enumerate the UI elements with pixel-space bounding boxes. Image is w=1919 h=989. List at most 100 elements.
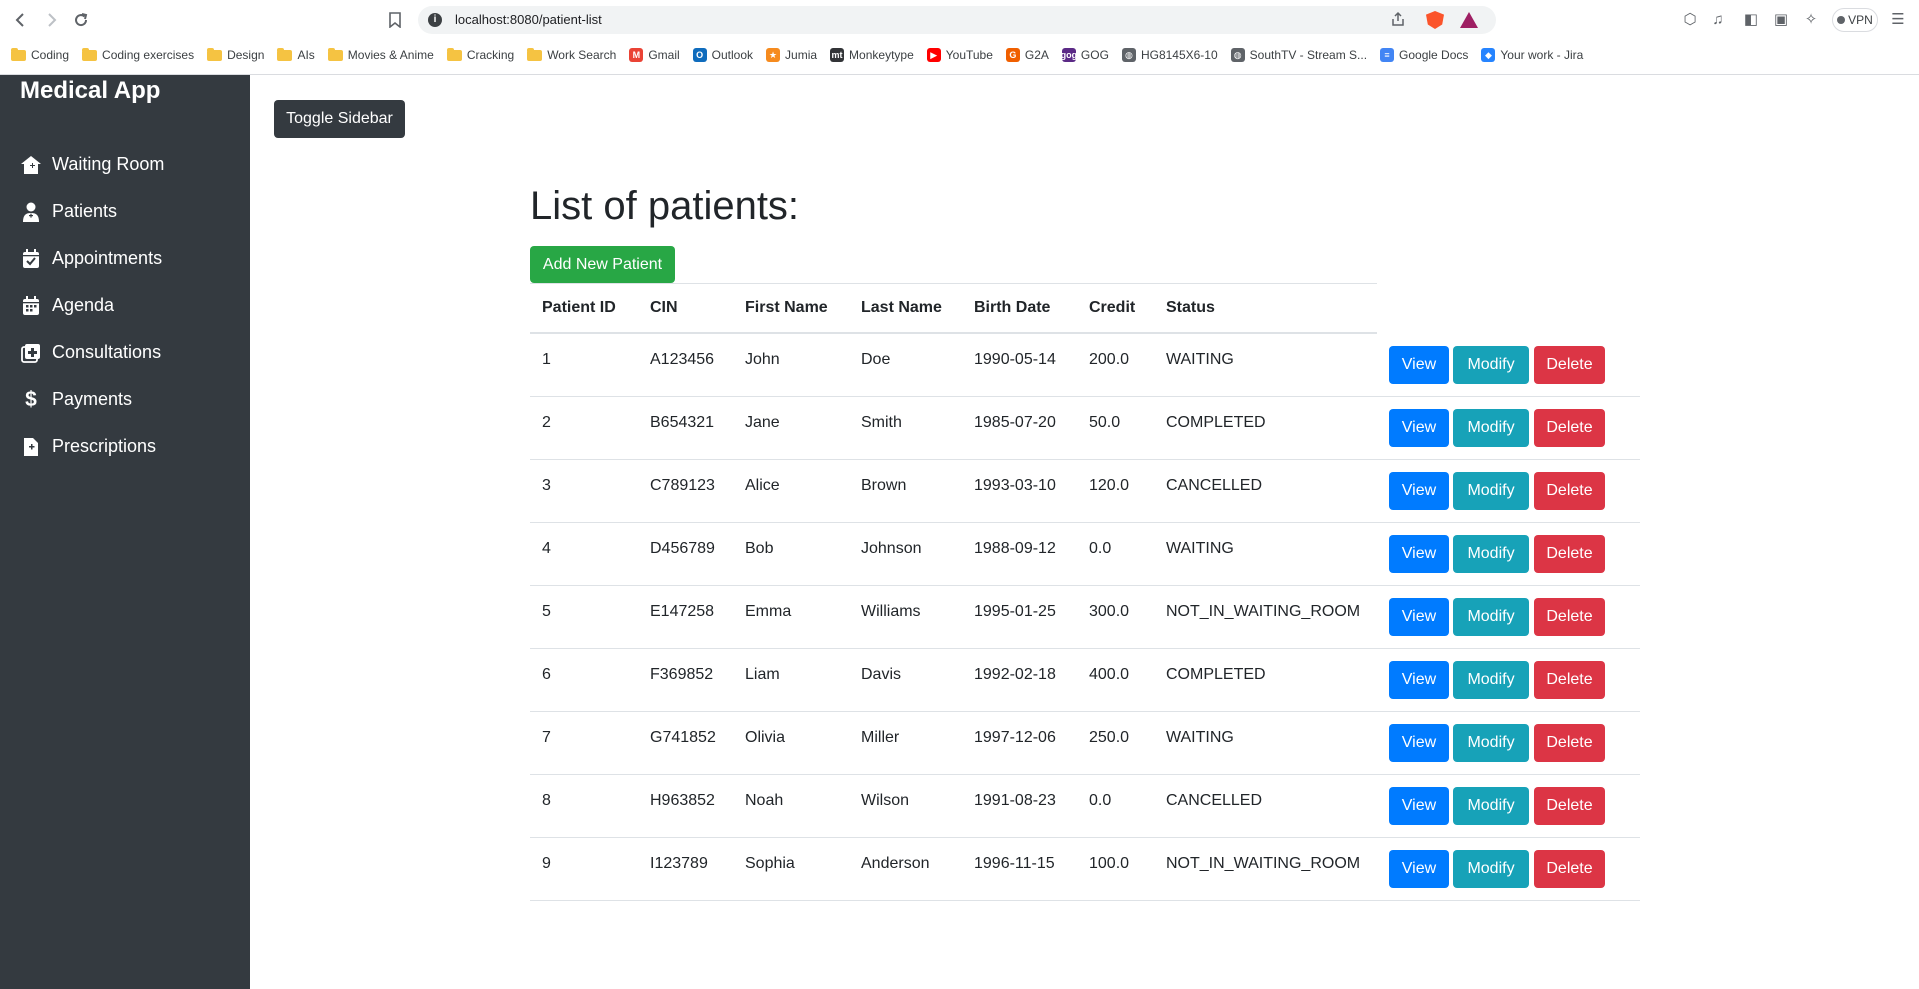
- bookmark-item[interactable]: Coding: [11, 47, 69, 62]
- share-icon[interactable]: [1390, 11, 1408, 29]
- toggle-sidebar-button[interactable]: Toggle Sidebar: [274, 100, 405, 138]
- bookmark-item[interactable]: Movies & Anime: [327, 47, 434, 62]
- sidebar-item-label: Appointments: [52, 248, 163, 268]
- modify-button[interactable]: Modify: [1453, 409, 1529, 447]
- sidepanel-icon[interactable]: ◧: [1741, 10, 1761, 30]
- modify-button[interactable]: Modify: [1453, 598, 1529, 636]
- media-icon[interactable]: ♫: [1708, 10, 1728, 30]
- google-docs-icon: ≡: [1380, 48, 1395, 62]
- globe-icon: ◍: [1230, 48, 1245, 62]
- sidebar-item-appointments[interactable]: Appointments: [0, 235, 250, 282]
- bookmark-icon[interactable]: [383, 8, 407, 32]
- bookmark-item[interactable]: ≡ Google Docs: [1380, 48, 1468, 62]
- extensions-icon[interactable]: ⬡: [1680, 10, 1700, 30]
- bookmark-item[interactable]: Cracking: [446, 47, 514, 62]
- bookmark-label: Outlook: [711, 48, 754, 62]
- view-button[interactable]: View: [1389, 787, 1449, 825]
- sidebar-item-waiting-room[interactable]: Waiting Room: [0, 141, 250, 188]
- modify-button[interactable]: Modify: [1453, 535, 1529, 573]
- table-row: 1 A123456 John Doe 1990-05-14 200.0 WAITING Vie…: [530, 334, 1640, 397]
- bookmark-item[interactable]: mt Monkeytype: [830, 48, 914, 62]
- cell-first-name: Bob: [745, 540, 774, 557]
- modify-button[interactable]: Modify: [1453, 850, 1529, 888]
- folder-icon: [527, 47, 543, 61]
- youtube-icon: ▶: [926, 48, 941, 62]
- view-button[interactable]: View: [1389, 598, 1449, 636]
- cell-credit: 200.0: [1089, 351, 1130, 368]
- url-text[interactable]: localhost:8080/patient-list: [455, 12, 602, 27]
- cell-birth-date: 1993-03-10: [974, 477, 1056, 494]
- sidebar-item-patients[interactable]: Patients: [0, 188, 250, 235]
- bookmark-item[interactable]: O Outlook: [692, 48, 754, 62]
- delete-button[interactable]: Delete: [1534, 850, 1605, 888]
- bookmark-item[interactable]: Design: [207, 47, 264, 62]
- delete-button[interactable]: Delete: [1534, 724, 1605, 762]
- folder-icon: [327, 47, 343, 61]
- view-button[interactable]: View: [1389, 724, 1449, 762]
- vpn-label: VPN: [1848, 13, 1873, 27]
- bookmark-item[interactable]: G G2A: [1005, 48, 1049, 62]
- bookmark-item[interactable]: ▶ YouTube: [926, 48, 993, 62]
- wallet-icon[interactable]: ▣: [1771, 10, 1791, 30]
- delete-button[interactable]: Delete: [1534, 346, 1605, 384]
- back-icon[interactable]: [9, 8, 33, 32]
- leo-ai-icon[interactable]: ✧: [1801, 10, 1821, 30]
- sidebar-item-consultations[interactable]: Consultations: [0, 329, 250, 376]
- brave-rewards-icon[interactable]: [1460, 12, 1478, 28]
- modify-button[interactable]: Modify: [1453, 346, 1529, 384]
- outlook-icon: O: [692, 48, 707, 62]
- column-header-cin: CIN: [650, 299, 678, 316]
- forward-icon[interactable]: [39, 8, 63, 32]
- view-button[interactable]: View: [1389, 850, 1449, 888]
- sidebar-item-agenda[interactable]: Agenda: [0, 282, 250, 329]
- modify-button[interactable]: Modify: [1453, 787, 1529, 825]
- cell-first-name: Jane: [745, 414, 780, 431]
- delete-button[interactable]: Delete: [1534, 409, 1605, 447]
- sidebar-item-payments[interactable]: $ Payments: [0, 376, 250, 423]
- delete-button[interactable]: Delete: [1534, 472, 1605, 510]
- cell-first-name: Sophia: [745, 855, 795, 872]
- cell-credit: 300.0: [1089, 603, 1130, 620]
- modify-button[interactable]: Modify: [1453, 724, 1529, 762]
- bookmark-item[interactable]: ◍ SouthTV - Stream S...: [1230, 48, 1367, 62]
- sidebar-item-prescriptions[interactable]: Prescriptions: [0, 423, 250, 470]
- brave-shields-icon[interactable]: [1426, 11, 1444, 29]
- bookmark-label: Coding exercises: [102, 48, 195, 62]
- bookmark-item[interactable]: AIs: [277, 47, 315, 62]
- modify-button[interactable]: Modify: [1453, 472, 1529, 510]
- view-button[interactable]: View: [1389, 661, 1449, 699]
- view-button[interactable]: View: [1389, 346, 1449, 384]
- modify-button[interactable]: Modify: [1453, 661, 1529, 699]
- add-patient-button[interactable]: Add New Patient: [530, 246, 675, 283]
- app-brand[interactable]: Medical App: [20, 77, 160, 105]
- bookmark-item[interactable]: M Gmail: [629, 48, 680, 62]
- cell-last-name: Williams: [861, 603, 921, 620]
- cell-credit: 120.0: [1089, 477, 1130, 494]
- cell-birth-date: 1991-08-23: [974, 792, 1056, 809]
- bookmark-item[interactable]: Coding exercises: [82, 47, 195, 62]
- menu-icon[interactable]: ☰: [1888, 10, 1908, 30]
- view-button[interactable]: View: [1389, 472, 1449, 510]
- view-button[interactable]: View: [1389, 535, 1449, 573]
- reload-icon[interactable]: [69, 8, 93, 32]
- delete-button[interactable]: Delete: [1534, 535, 1605, 573]
- site-info-icon[interactable]: i: [428, 13, 442, 27]
- delete-button[interactable]: Delete: [1534, 598, 1605, 636]
- delete-button[interactable]: Delete: [1534, 787, 1605, 825]
- cell-cin: H963852: [650, 792, 715, 809]
- vpn-button[interactable]: VPN: [1832, 8, 1878, 32]
- cell-cin: A123456: [650, 351, 715, 368]
- bookmark-item[interactable]: gog GOG: [1061, 48, 1109, 62]
- jumia-icon: ★: [766, 48, 781, 62]
- cell-patient-id: 6: [542, 666, 551, 683]
- calendar-check-icon: [20, 248, 42, 270]
- delete-button[interactable]: Delete: [1534, 661, 1605, 699]
- bookmark-item[interactable]: Work Search: [527, 47, 616, 62]
- address-bar[interactable]: i localhost:8080/patient-list: [418, 6, 1496, 34]
- bookmark-item[interactable]: ★ Jumia: [766, 48, 817, 62]
- bookmark-item[interactable]: ◆ Your work - Jira: [1481, 48, 1583, 62]
- cell-status: COMPLETED: [1166, 414, 1266, 431]
- bookmark-item[interactable]: ◍ HG8145X6-10: [1121, 48, 1218, 62]
- bookmark-label: Your work - Jira: [1500, 48, 1584, 62]
- view-button[interactable]: View: [1389, 409, 1449, 447]
